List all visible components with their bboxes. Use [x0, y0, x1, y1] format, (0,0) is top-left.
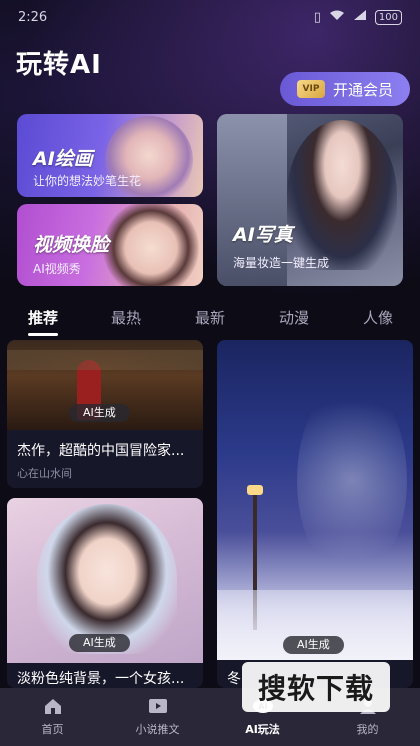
ai-portrait-title: AI写真	[233, 224, 293, 246]
page-title: 玩转AI	[16, 50, 102, 80]
temple-roof-silhouette	[7, 350, 203, 370]
feed-card-girl[interactable]: AI生成 淡粉色纯背景，一个女孩...	[7, 498, 203, 688]
video-faceswap-subtitle: AI视频秀	[33, 262, 81, 276]
ai-portrait-card[interactable]: AI写真 海量妆造一键生成	[217, 114, 403, 286]
ai-painting-card[interactable]: AI绘画 让你的想法妙笔生花	[17, 114, 203, 197]
battery-icon: 100	[374, 9, 402, 25]
vip-diamond-icon: VIP	[296, 80, 325, 98]
portrait-photo-image	[287, 120, 397, 270]
snowy-tree-branches	[297, 380, 407, 580]
nav-home[interactable]: 首页	[0, 688, 105, 746]
tab-portrait[interactable]: 人像	[348, 306, 408, 330]
nav-home-label: 首页	[41, 723, 64, 736]
vip-subscribe-button[interactable]: VIP 开通会员	[280, 72, 410, 106]
girl-portrait	[37, 504, 177, 654]
tab-recommended[interactable]: 推荐	[13, 306, 73, 330]
feed-title: 淡粉色纯背景，一个女孩...	[17, 671, 185, 687]
video-faceswap-card[interactable]: 视频换脸 AI视频秀	[17, 204, 203, 286]
ai-generated-tag: AI生成	[69, 404, 130, 422]
ai-painting-subtitle: 让你的想法妙笔生花	[33, 174, 142, 188]
status-time: 2:26	[18, 9, 48, 25]
status-bar: 2:26 ▯ 100	[0, 0, 420, 34]
nav-profile-label: 我的	[356, 723, 379, 736]
site-watermark: 搜软下载	[242, 662, 390, 712]
vip-button-label: 开通会员	[332, 80, 393, 99]
video-play-icon	[148, 697, 168, 718]
ai-generated-tag: AI生成	[283, 636, 344, 654]
vibrate-icon: ▯	[313, 9, 321, 25]
ai-generated-tag: AI生成	[69, 634, 130, 652]
ai-portrait-subtitle: 海量妆造一键生成	[233, 256, 330, 270]
active-tab-indicator	[28, 333, 58, 336]
wifi-icon	[329, 9, 345, 25]
nav-ai-play-label: AI玩法	[245, 723, 280, 736]
status-icons: ▯ 100	[314, 9, 402, 25]
ai-painting-title: AI绘画	[33, 148, 93, 170]
feed-author: 心在山水间	[17, 467, 72, 480]
feed-card-adventurer[interactable]: AI生成 杰作，超酷的中国冒险家... 心在山水间	[7, 340, 203, 488]
tab-hottest[interactable]: 最热	[96, 306, 156, 330]
video-faceswap-title: 视频换脸	[33, 234, 110, 256]
nav-novel-label: 小说推文	[135, 723, 180, 736]
nav-novel[interactable]: 小说推文	[105, 688, 210, 746]
feed-title: 杰作，超酷的中国冒险家...	[17, 443, 185, 459]
home-icon	[43, 697, 63, 718]
street-lamp-light	[247, 485, 263, 495]
feed-card-winter[interactable]: AI生成 冬	[217, 340, 413, 688]
signal-icon	[353, 9, 367, 25]
feed-image-winter	[217, 340, 413, 660]
category-tabs: 推荐 最热 最新 动漫 人像	[0, 306, 420, 336]
feed-title: 冬	[227, 671, 241, 687]
tab-newest[interactable]: 最新	[180, 306, 240, 330]
faceswap-portrait-image	[103, 204, 199, 286]
tab-anime[interactable]: 动漫	[264, 306, 324, 330]
